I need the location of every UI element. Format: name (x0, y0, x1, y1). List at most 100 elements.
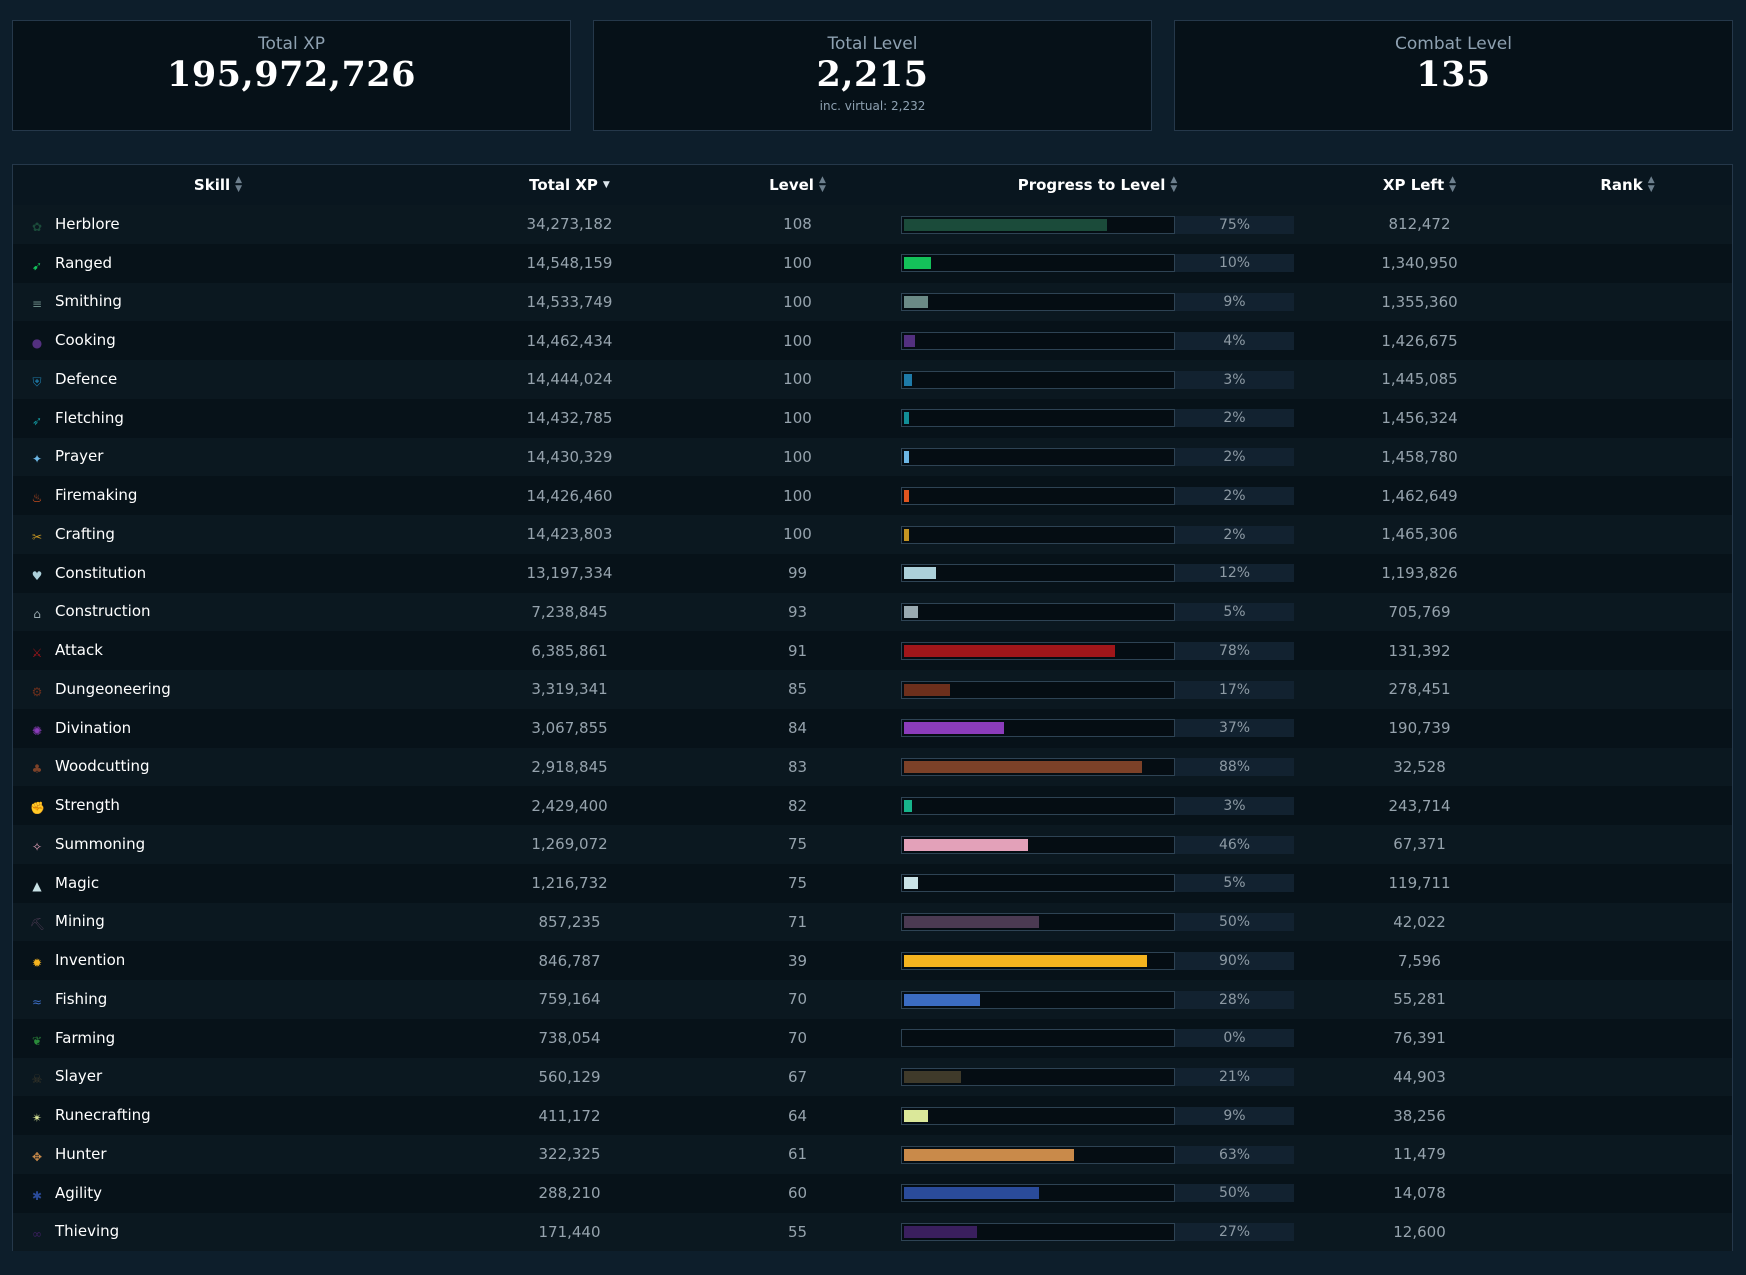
progress-fill (904, 683, 950, 696)
table-row[interactable]: ✿ Herblore 34,273,182 108 75% 812,472 (13, 205, 1732, 244)
table-row[interactable]: ✊ Strength 2,429,400 82 3% 243,714 (13, 786, 1732, 825)
progress-track (901, 758, 1175, 777)
column-header-rank[interactable]: Rank ▲ ▼ (1523, 165, 1732, 205)
skill-cell: ✂ Crafting (13, 515, 423, 554)
progress-percent: 4% (1223, 332, 1246, 349)
table-row[interactable]: ♨ Firemaking 14,426,460 100 2% 1,462,649 (13, 476, 1732, 515)
table-row[interactable]: ➶ Fletching 14,432,785 100 2% 1,456,324 (13, 398, 1732, 438)
rank-cell (1523, 1174, 1732, 1213)
xp-left-cell: 1,355,360 (1381, 292, 1458, 311)
progress-cell: 75% (879, 205, 1316, 244)
progress-cell: 3% (879, 786, 1316, 825)
progress-cell: 3% (879, 360, 1316, 399)
progress-percent: 3% (1223, 371, 1246, 388)
level-cell: 100 (783, 409, 812, 428)
progress-cell: 37% (879, 709, 1316, 748)
progress-bar: 5% (901, 603, 1294, 622)
progress-cell: 2% (879, 515, 1316, 554)
table-row[interactable]: ≡ Smithing 14,533,749 100 9% 1,355,360 (13, 282, 1732, 322)
progress-track (901, 1106, 1175, 1125)
table-row[interactable]: ⚙ Dungeoneering 3,319,341 85 17% 278,451 (13, 670, 1732, 709)
total-xp-cell: 14,444,024 (526, 370, 613, 389)
table-row[interactable]: ☠ Slayer 560,129 67 21% 44,903 (13, 1057, 1732, 1097)
progress-track (901, 641, 1175, 660)
table-row[interactable]: ✦ Prayer 14,430,329 100 2% 1,458,780 (13, 437, 1732, 477)
progress-percent: 50% (1218, 914, 1251, 931)
progress-fill (904, 644, 1115, 657)
table-header-row: Skill ▲ ▼ Total XP ▼ Level ▲ ▼ Progress to Le… (13, 165, 1732, 205)
progress-percent: 9% (1223, 294, 1246, 311)
progress-fill (904, 1226, 977, 1239)
table-row[interactable]: ▲ Magic 1,216,732 75 5% 119,711 (13, 863, 1732, 903)
progress-cell: 2% (879, 399, 1316, 438)
table-row[interactable]: ♥ Constitution 13,197,334 99 12% 1,193,826 (13, 553, 1732, 593)
progress-cell: 17% (879, 670, 1316, 709)
skill-name: Woodcutting (55, 757, 150, 776)
skill-name: Crafting (55, 524, 115, 543)
skill-name: Defence (55, 369, 118, 388)
column-header-progress[interactable]: Progress to Level ▲ ▼ (879, 165, 1316, 205)
sort-icon: ▲ ▼ (235, 175, 243, 195)
progress-cell: 50% (879, 1174, 1316, 1213)
progress-cell: 90% (879, 941, 1316, 980)
progress-bar: 17% (901, 680, 1294, 699)
table-row[interactable]: ✴ Runecrafting 411,172 64 9% 38,256 (13, 1096, 1732, 1135)
progress-percent: 3% (1223, 797, 1246, 814)
skill-cell: ▲ Magic (13, 864, 423, 903)
total-xp-cell: 2,429,400 (531, 796, 608, 815)
progress-fill (904, 257, 931, 270)
table-row[interactable]: ● Cooking 14,462,434 100 4% 1,426,675 (13, 321, 1732, 360)
total-xp-cell: 14,432,785 (526, 409, 613, 428)
rank-cell (1523, 709, 1732, 748)
table-row[interactable]: ♣ Woodcutting 2,918,845 83 88% 32,528 (13, 747, 1732, 787)
table-row[interactable]: ⛏ Mining 857,235 71 50% 42,022 (13, 902, 1732, 942)
progress-bar: 0% (901, 1029, 1294, 1048)
progress-percent: 21% (1218, 1069, 1251, 1086)
column-header-progress-label: Progress to Level (1017, 175, 1166, 194)
total-xp-cell: 171,440 (538, 1222, 601, 1241)
xp-left-cell: 705,769 (1388, 602, 1451, 621)
level-cell: 67 (787, 1067, 808, 1086)
rank-cell (1523, 476, 1732, 515)
progress-bar: 2% (901, 409, 1294, 428)
progress-bar: 50% (901, 913, 1294, 932)
table-row[interactable]: ✥ Hunter 322,325 61 63% 11,479 (13, 1135, 1732, 1174)
column-header-level[interactable]: Level ▲ ▼ (716, 165, 879, 205)
skill-cell: ● Cooking (13, 321, 423, 360)
table-row[interactable]: ✹ Invention 846,787 39 90% 7,596 (13, 941, 1732, 980)
total-xp-cell: 1,269,072 (531, 835, 608, 854)
skill-cell: ≡ Smithing (13, 283, 423, 322)
table-row[interactable]: ✧ Summoning 1,269,072 75 46% 67,371 (13, 825, 1732, 864)
column-header-total-xp[interactable]: Total XP ▼ (423, 165, 716, 205)
progress-cell: 5% (879, 593, 1316, 632)
table-row[interactable]: ⛨ Defence 14,444,024 100 3% 1,445,085 (13, 360, 1732, 399)
progress-cell: 27% (879, 1213, 1316, 1252)
progress-fill (904, 954, 1147, 967)
progress-track (901, 719, 1175, 738)
skill-cell: ≈ Fishing (13, 980, 423, 1019)
table-row[interactable]: ✂ Crafting 14,423,803 100 2% 1,465,306 (13, 515, 1732, 554)
progress-fill (904, 528, 909, 541)
table-row[interactable]: ⚔ Attack 6,385,861 91 78% 131,392 (13, 631, 1732, 670)
total-xp-cell: 7,238,845 (531, 602, 608, 621)
table-row[interactable]: ❦ Farming 738,054 70 0% 76,391 (13, 1018, 1732, 1058)
table-row[interactable]: ∞ Thieving 171,440 55 27% 12,600 (13, 1212, 1732, 1252)
skill-cell: ∞ Thieving (13, 1213, 423, 1252)
progress-percent: 90% (1218, 952, 1251, 969)
progress-bar: 2% (901, 525, 1294, 544)
level-cell: 91 (787, 641, 808, 660)
table-row[interactable]: ✺ Divination 3,067,855 84 37% 190,739 (13, 708, 1732, 748)
progress-fill (904, 722, 1004, 735)
progress-cell: 4% (879, 321, 1316, 360)
skills-table: Skill ▲ ▼ Total XP ▼ Level ▲ ▼ Progress to Le… (12, 164, 1733, 1252)
xp-left-cell: 278,451 (1388, 680, 1451, 699)
table-row[interactable]: ✱ Agility 288,210 60 50% 14,078 (13, 1173, 1732, 1213)
xp-left-cell: 1,340,950 (1381, 254, 1458, 273)
table-row[interactable]: ➹ Ranged 14,548,159 100 10% 1,340,950 (13, 243, 1732, 283)
progress-percent: 37% (1218, 720, 1251, 737)
column-header-xp-left[interactable]: XP Left ▲ ▼ (1316, 165, 1523, 205)
table-row[interactable]: ≈ Fishing 759,164 70 28% 55,281 (13, 980, 1732, 1019)
table-row[interactable]: ⌂ Construction 7,238,845 93 5% 705,769 (13, 592, 1732, 632)
progress-bar: 12% (901, 564, 1294, 583)
column-header-skill[interactable]: Skill ▲ ▼ (13, 165, 423, 205)
